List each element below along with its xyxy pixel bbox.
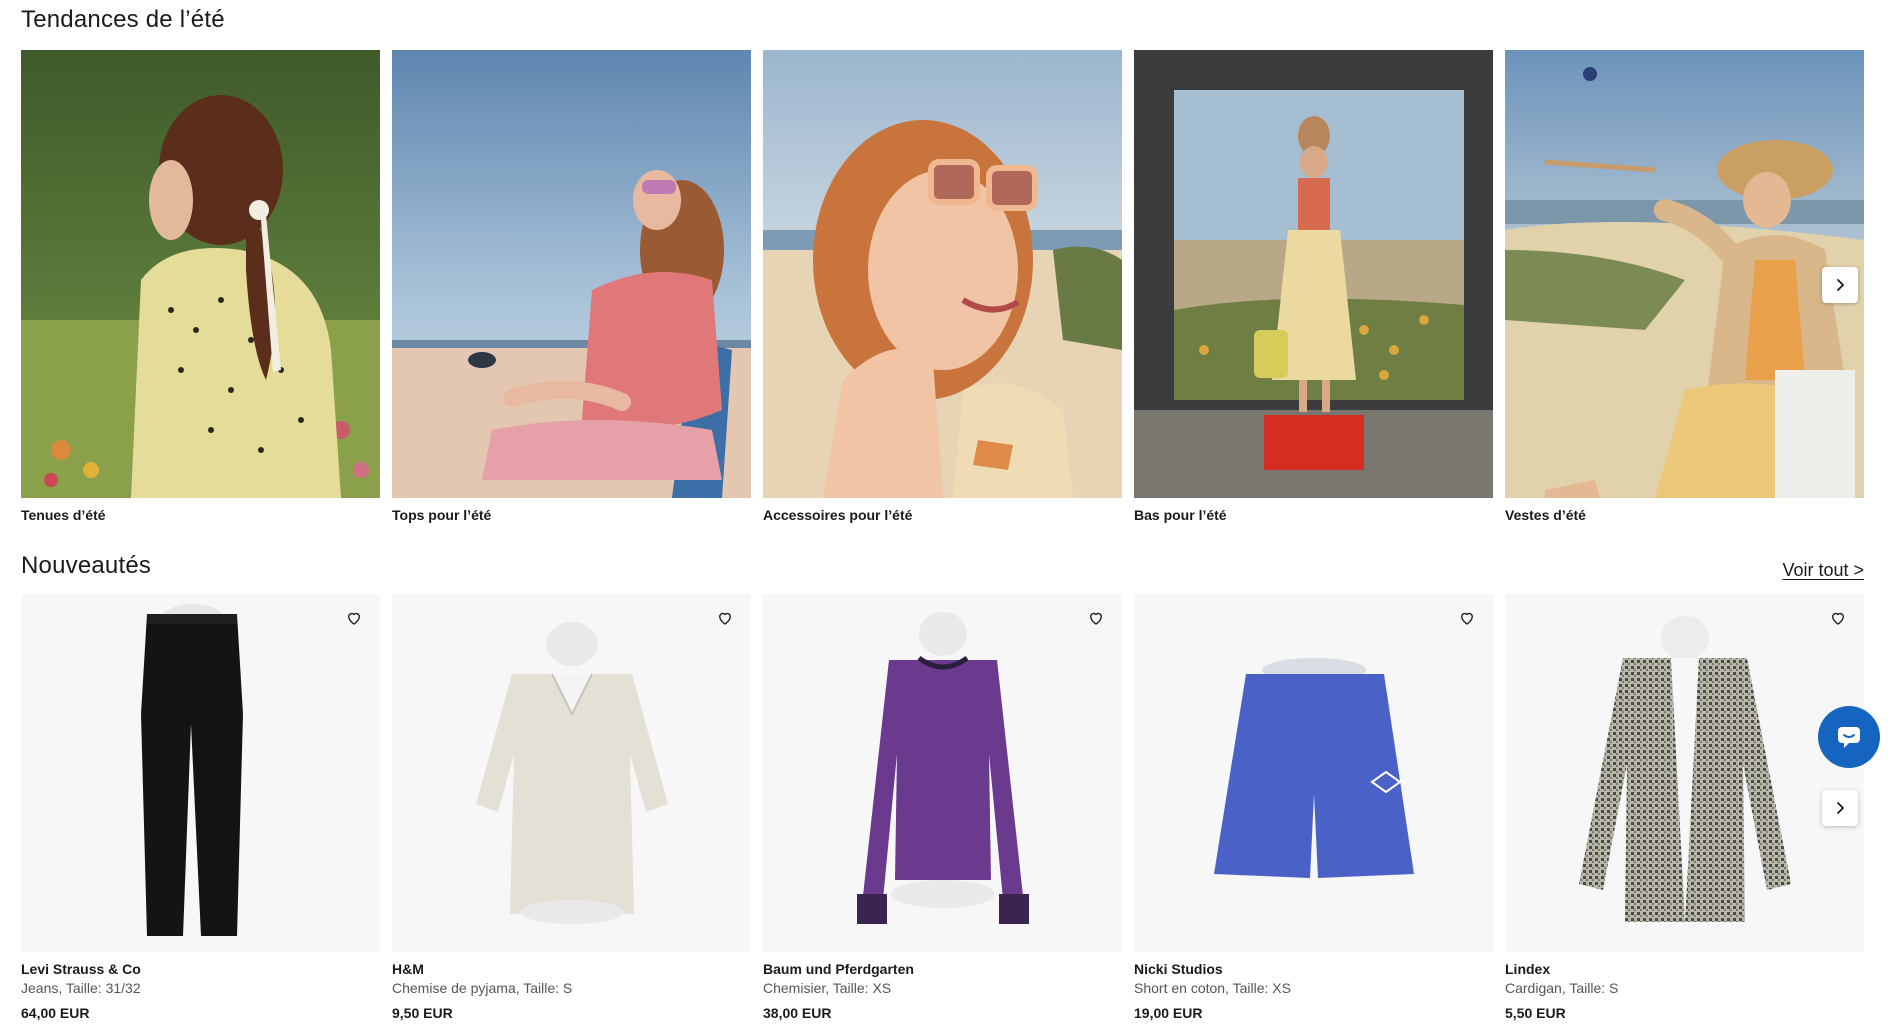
product-card[interactable]: H&M Chemise de pyjama, Taille: S 9,50 EU…	[392, 594, 751, 1021]
product-brand: Levi Strauss & Co	[21, 961, 141, 977]
section-title-summer-trends: Tendances de l’été	[21, 6, 225, 33]
product-card[interactable]: Baum und Pferdgarten Chemisier, Taille: …	[763, 594, 1122, 1021]
product-image-pyjama-shirt	[392, 594, 751, 952]
trend-label: Tops pour l’été	[392, 507, 492, 523]
favorite-button[interactable]	[1455, 606, 1479, 630]
chat-icon	[1838, 727, 1860, 748]
trend-card-summer-accessories[interactable]: Accessoires pour l’été	[763, 50, 1122, 523]
product-card[interactable]: Lindex Cardigan, Taille: S 5,50 EUR	[1505, 594, 1864, 1021]
trend-card-summer-outfits[interactable]: Tenues d’été	[21, 50, 380, 523]
favorite-button[interactable]	[1084, 606, 1108, 630]
heart-icon	[1090, 612, 1102, 625]
product-description: Chemisier, Taille: XS	[763, 980, 892, 996]
trend-image-summer-tops	[392, 50, 751, 498]
product-brand: H&M	[392, 961, 424, 977]
product-price: 38,00 EUR	[763, 1005, 832, 1021]
favorite-button[interactable]	[713, 606, 737, 630]
trend-label: Tenues d’été	[21, 507, 106, 523]
product-image-shorts	[1134, 594, 1493, 952]
see-all-link[interactable]: Voir tout >	[1782, 560, 1864, 581]
product-brand: Nicki Studios	[1134, 961, 1223, 977]
favorite-button[interactable]	[1826, 606, 1850, 630]
heart-icon	[1461, 612, 1473, 625]
trend-card-summer-bottoms[interactable]: Bas pour l’été	[1134, 50, 1493, 523]
product-card[interactable]: Levi Strauss & Co Jeans, Taille: 31/32 6…	[21, 594, 380, 1021]
trend-label: Bas pour l’été	[1134, 507, 1227, 523]
product-price: 9,50 EUR	[392, 1005, 453, 1021]
product-brand: Lindex	[1505, 961, 1551, 977]
favorite-button[interactable]	[342, 606, 366, 630]
product-image-cardigan	[1505, 594, 1864, 952]
products-carousel: Levi Strauss & Co Jeans, Taille: 31/32 6…	[21, 594, 1864, 1021]
trend-card-summer-jackets[interactable]: Vestes d’été	[1505, 50, 1864, 523]
trends-carousel: Tenues d’été Tops pour l’été Accessoires…	[21, 50, 1864, 523]
trend-image-summer-bottoms	[1134, 50, 1493, 498]
product-image-blouse	[763, 594, 1122, 952]
trend-image-summer-outfits	[21, 50, 380, 498]
trend-label: Accessoires pour l’été	[763, 507, 913, 523]
chat-button[interactable]	[1818, 706, 1880, 768]
products-next-button[interactable]	[1822, 790, 1858, 826]
heart-icon	[348, 612, 360, 625]
product-price: 5,50 EUR	[1505, 1005, 1566, 1021]
product-brand: Baum und Pferdgarten	[763, 961, 914, 977]
trend-card-summer-tops[interactable]: Tops pour l’été	[392, 50, 751, 523]
product-price: 19,00 EUR	[1134, 1005, 1203, 1021]
product-description: Short en coton, Taille: XS	[1134, 980, 1291, 996]
chevron-right-icon	[1837, 802, 1844, 814]
section-title-new-arrivals: Nouveautés	[21, 552, 152, 579]
trends-next-button[interactable]	[1822, 267, 1858, 303]
chevron-right-icon	[1837, 279, 1844, 291]
product-description: Chemise de pyjama, Taille: S	[392, 980, 573, 996]
product-description: Cardigan, Taille: S	[1505, 980, 1619, 996]
heart-icon	[719, 612, 731, 625]
product-price: 64,00 EUR	[21, 1005, 90, 1021]
heart-icon	[1832, 612, 1844, 625]
trend-label: Vestes d’été	[1505, 507, 1586, 523]
product-description: Jeans, Taille: 31/32	[21, 980, 141, 996]
product-card[interactable]: Nicki Studios Short en coton, Taille: XS…	[1134, 594, 1493, 1021]
trend-image-summer-accessories	[763, 50, 1122, 498]
product-image-jeans	[21, 594, 380, 952]
trend-image-summer-jackets	[1505, 50, 1864, 498]
